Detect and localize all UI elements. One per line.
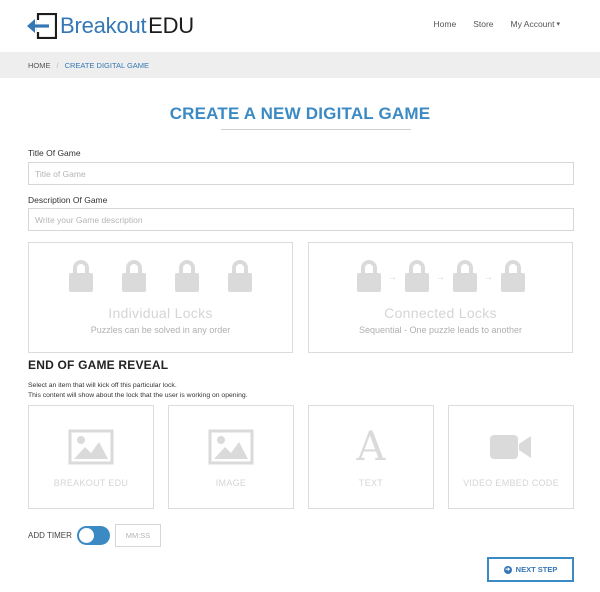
reveal-description-line1: Select an item that will kick off this p… <box>28 382 177 389</box>
reveal-option-image[interactable]: IMAGE <box>168 405 294 509</box>
lock-icon <box>228 260 252 292</box>
description-field-label: Description Of Game <box>28 195 108 205</box>
logo-exit-icon <box>27 12 58 40</box>
individual-locks-title: Individual Locks <box>108 305 213 321</box>
next-step-label: NEXT STEP <box>515 565 558 574</box>
logo[interactable]: Breakout EDU <box>27 12 194 40</box>
breadcrumb-separator: / <box>56 60 59 70</box>
lock-icon <box>356 260 381 292</box>
video-camera-icon <box>449 428 573 466</box>
reveal-option-breakout-edu[interactable]: BREAKOUT EDU <box>28 405 154 509</box>
timer-toggle[interactable] <box>77 526 110 545</box>
logo-edu: EDU <box>148 13 194 38</box>
logo-text: Breakout EDU <box>60 13 194 39</box>
breadcrumb-current: CREATE DIGITAL GAME <box>64 60 150 70</box>
lock-icon <box>452 260 477 292</box>
title-divider <box>221 129 411 130</box>
individual-locks-option[interactable]: Individual Locks Puzzles can be solved i… <box>28 242 293 353</box>
nav-my-account-label: My Account <box>510 19 555 29</box>
lock-icon <box>69 260 93 292</box>
image-icon <box>29 428 153 466</box>
text-icon: A <box>356 424 386 470</box>
lock-icon <box>500 260 525 292</box>
nav-store[interactable]: Store <box>473 19 493 29</box>
page-title: CREATE A NEW DIGITAL GAME <box>169 104 431 123</box>
reveal-option-label: BREAKOUT EDU <box>53 478 129 488</box>
nav-my-account[interactable]: My Account ▾ <box>511 19 560 29</box>
lock-icon <box>122 260 146 292</box>
connected-locks-title: Connected Locks <box>384 305 497 321</box>
toggle-knob <box>79 528 94 543</box>
site-header: Breakout EDU Home Store My Account ▾ <box>0 0 600 52</box>
reveal-option-text[interactable]: A TEXT <box>308 405 434 509</box>
main-nav: Home Store My Account ▾ <box>417 19 560 29</box>
nav-home-label: Home <box>433 19 457 29</box>
reveal-option-label: IMAGE <box>215 478 247 488</box>
breadcrumb: HOME / CREATE DIGITAL GAME <box>0 52 600 78</box>
image-icon <box>169 428 293 466</box>
reveal-option-video-embed[interactable]: VIDEO EMBED CODE <box>448 405 574 509</box>
timer-input[interactable] <box>115 524 161 547</box>
reveal-description-line2: This content will show about the lock th… <box>28 392 248 399</box>
reveal-option-label: VIDEO EMBED CODE <box>463 478 559 488</box>
lock-icons <box>29 260 292 292</box>
logo-brand: Breakout <box>60 13 147 38</box>
connected-locks-subtitle: Sequential - One puzzle leads to another <box>358 325 523 335</box>
reveal-option-label: TEXT <box>358 478 384 488</box>
timer-label: ADD TIMER <box>28 531 72 540</box>
arrow-right-icon: → <box>387 272 398 283</box>
individual-locks-subtitle: Puzzles can be solved in any order <box>90 325 231 335</box>
chevron-down-icon: ▾ <box>556 21 560 28</box>
lock-icon <box>404 260 429 292</box>
arrow-right-icon: → <box>483 272 494 283</box>
reveal-heading: END OF GAME REVEAL <box>28 358 169 372</box>
connected-locks-option[interactable]: → → → Connected Locks Sequential - One p… <box>308 242 573 353</box>
reveal-description: Select an item that will kick off this p… <box>28 381 248 401</box>
lock-icon <box>175 260 199 292</box>
nav-store-label: Store <box>473 19 494 29</box>
next-step-button[interactable]: ➜ NEXT STEP <box>487 557 574 582</box>
title-field-label: Title Of Game <box>28 148 81 158</box>
description-field[interactable] <box>28 208 574 231</box>
arrow-right-circle-icon: ➜ <box>503 565 512 574</box>
connected-lock-icons: → → → <box>309 260 572 292</box>
breadcrumb-home[interactable]: HOME <box>28 61 51 70</box>
title-field[interactable] <box>28 162 574 185</box>
arrow-right-icon: → <box>435 272 446 283</box>
nav-home[interactable]: Home <box>434 19 457 29</box>
